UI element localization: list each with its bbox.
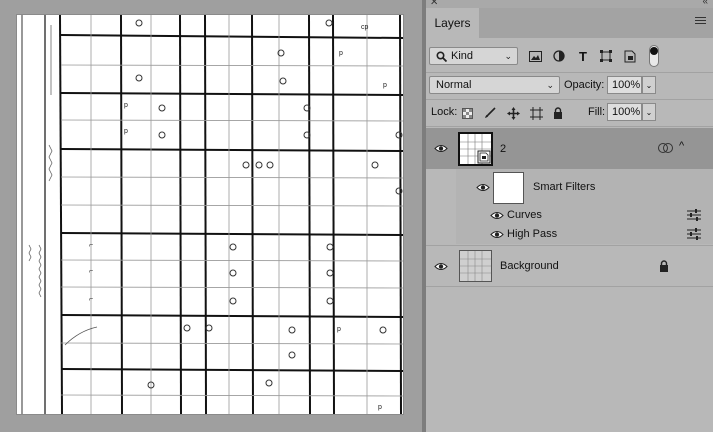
svg-text:p: p [124,102,128,109]
panel-tab-bar: Layers [426,8,713,38]
fill-input[interactable]: 100% [607,103,642,121]
shape-filter-icon[interactable] [599,49,613,63]
collapse-chevron-icon[interactable]: ^ [679,140,684,152]
visibility-eye-icon[interactable] [434,144,448,153]
filter-name-curves[interactable]: Curves [507,209,542,221]
layers-panel: ✕ « Layers Kind ⌄ T Normal ⌄ Opacity: 10… [426,0,713,432]
layer-name[interactable]: 2 [500,143,506,155]
filter-blending-options-icon[interactable] [687,228,701,240]
close-panel-icon[interactable]: ✕ [430,0,438,8]
opacity-dropdown-button[interactable]: ⌄ [642,76,656,94]
svg-text:⌐: ⌐ [89,296,93,303]
fill-dropdown-button[interactable]: ⌄ [642,103,656,121]
opacity-label: Opacity: [564,79,605,91]
opacity-input[interactable]: 100% [607,76,642,94]
svg-text:p: p [124,128,128,135]
blend-mode-select[interactable]: Normal ⌄ [429,76,560,94]
chevron-down-icon: ⌄ [546,80,554,90]
lock-row: Lock: Fill: 100% ⌄ [426,100,713,126]
svg-text:p: p [378,404,382,411]
layer-row-background[interactable]: Background [426,246,713,286]
kind-filter-select[interactable]: Kind ⌄ [429,47,518,65]
smart-filters-mask-thumbnail[interactable] [493,172,524,204]
panel-title-strip: ✕ « [426,0,713,8]
visibility-eye-icon[interactable] [490,230,504,239]
smart-filter-effects-icon[interactable] [658,142,674,154]
svg-text:p: p [383,82,387,89]
smart-filters-group: Smart Filters Curves High Pass [456,169,713,244]
artboard-icon[interactable] [529,106,543,120]
kind-filter-label: Kind [451,50,474,62]
blend-mode-value: Normal [436,79,472,91]
svg-text:p: p [337,326,341,333]
document-canvas-area[interactable]: cp p p p p p p ⌐ ⌐ ⌐ [0,0,422,432]
layer-thumbnail [459,250,492,282]
svg-text:p: p [339,50,343,57]
document-canvas[interactable]: cp p p p p p p ⌐ ⌐ ⌐ [17,15,403,414]
smart-object-filter-icon[interactable] [623,49,637,63]
svg-text:⌐: ⌐ [89,268,93,275]
svg-text:⌐: ⌐ [89,242,93,249]
search-icon [436,50,447,62]
layer-row-2-controls: ^ [658,128,713,169]
smart-filters-label[interactable]: Smart Filters [533,181,595,193]
type-filter-icon[interactable]: T [576,49,590,64]
brush-icon[interactable] [483,106,497,120]
visibility-eye-icon[interactable] [476,183,490,192]
separator [426,126,713,127]
visibility-eye-icon[interactable] [434,262,448,271]
layer-thumbnail [458,132,493,166]
scanned-grid-document: cp p p p p p p ⌐ ⌐ ⌐ [17,15,403,414]
move-icon[interactable] [506,106,520,120]
visibility-eye-icon[interactable] [490,211,504,220]
adjustment-filter-icon[interactable] [552,49,566,63]
blend-row: Normal ⌄ Opacity: 100% ⌄ [426,73,713,99]
collapse-panel-icon[interactable]: « [702,0,708,7]
filter-name-high-pass[interactable]: High Pass [507,228,557,240]
lock-icon[interactable] [551,106,565,120]
hamburger-icon[interactable] [695,17,706,27]
layer-row-2[interactable]: 2 [426,128,686,169]
image-filter-icon[interactable] [528,49,542,63]
filter-toggle-icon[interactable] [647,45,661,67]
layer-filter-row: Kind ⌄ T [426,38,713,74]
fill-label: Fill: [588,106,606,118]
filter-blending-options-icon[interactable] [687,209,701,221]
svg-text:cp: cp [361,24,369,31]
separator [426,286,713,287]
lock-label: Lock: [431,106,458,118]
lock-icon[interactable] [659,260,669,272]
tab-layers[interactable]: Layers [426,8,479,38]
lock-transparent-pixels-icon[interactable] [460,106,474,120]
layer-name[interactable]: Background [500,260,559,272]
chevron-down-icon: ⌄ [504,51,512,61]
